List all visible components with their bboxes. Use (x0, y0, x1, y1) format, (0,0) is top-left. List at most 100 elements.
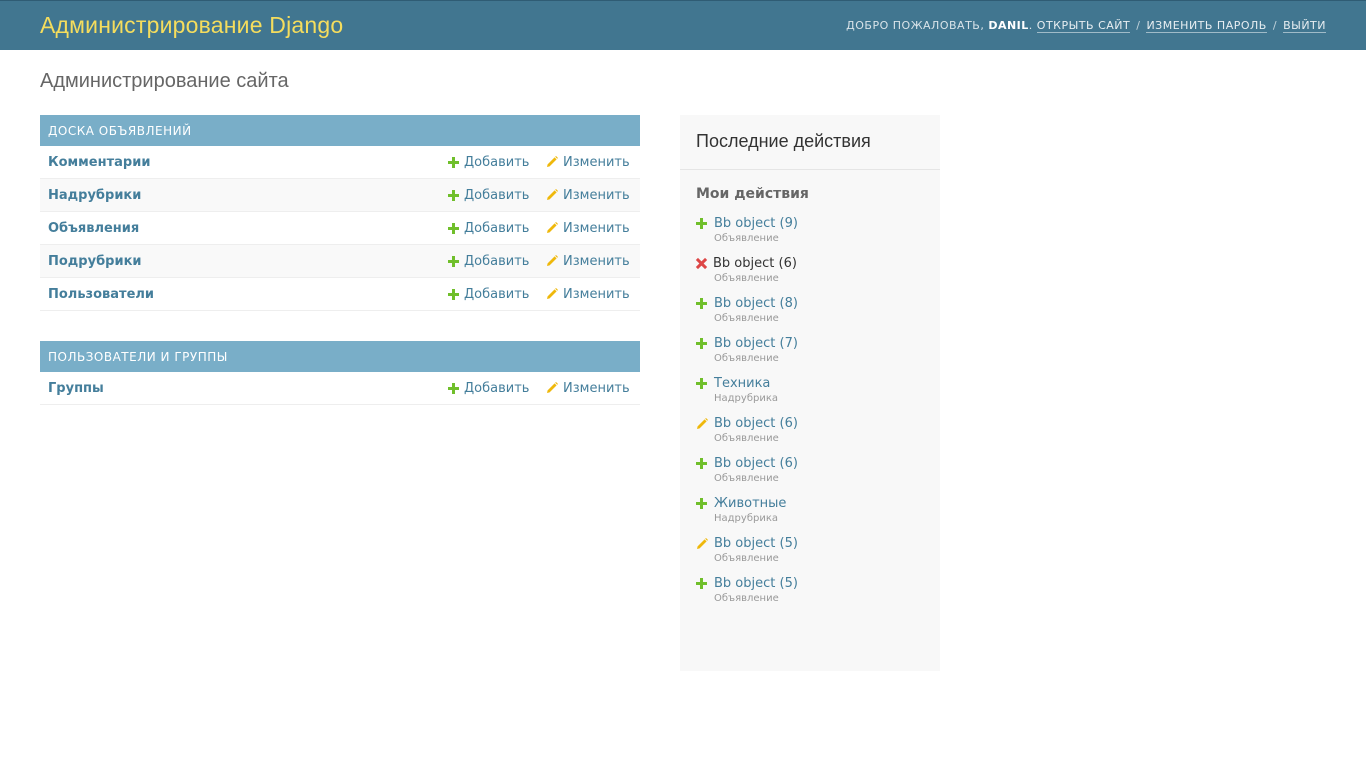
model-row: Объявления Добавить Изменить (40, 212, 640, 245)
model-link[interactable]: Объявления (48, 221, 448, 236)
model-link[interactable]: Пользователи (48, 287, 448, 302)
user-tools: Добро пожаловать, DANIL. Открыть сайт / … (846, 19, 1326, 33)
recent-action-item[interactable]: Bb object (6) Объявление (696, 456, 924, 484)
add-link[interactable]: Добавить (448, 287, 546, 302)
recent-action-type: Объявление (714, 353, 779, 364)
recent-action-type: Объявление (714, 593, 779, 604)
model-link[interactable]: Надрубрики (48, 188, 448, 203)
site-branding[interactable]: Администрирование Django (40, 12, 343, 39)
recent-action-type: Объявление (714, 313, 779, 324)
model-link[interactable]: Комментарии (48, 155, 448, 170)
pencil-icon (547, 288, 558, 299)
plus-icon (696, 378, 707, 389)
add-label: Добавить (464, 253, 530, 269)
model-link[interactable]: Подрубрики (48, 254, 448, 269)
pencil-icon (547, 222, 558, 233)
plus-icon (696, 498, 707, 509)
model-row: Подрубрики Добавить Изменить (40, 245, 640, 278)
recent-action-item[interactable]: Животные Надрубрика (696, 496, 924, 524)
change-link[interactable]: Изменить (546, 188, 632, 203)
plus-icon (448, 222, 459, 234)
change-label: Изменить (563, 154, 630, 170)
recent-action-item[interactable]: Bb object (5) Объявление (696, 536, 924, 564)
model-link[interactable]: Группы (48, 381, 448, 396)
plus-icon (448, 288, 459, 300)
my-actions-title: Мои действия (696, 186, 809, 202)
change-label: Изменить (563, 220, 630, 236)
welcome-text: Добро пожаловать, (846, 19, 985, 32)
recent-action-item: Bb object (6) Объявление (696, 256, 924, 284)
app-caption[interactable]: Доска объявлений (40, 115, 640, 146)
add-label: Добавить (464, 154, 530, 170)
app-list: Доска объявлений Комментарии Добавить Измен… (40, 115, 640, 435)
header-bar: Администрирование Django Добро пожаловат… (0, 0, 1366, 50)
recent-action-type: Объявление (714, 433, 779, 444)
logout-link[interactable]: Выйти (1283, 19, 1326, 33)
recent-action-link[interactable]: Bb object (6) (714, 456, 798, 471)
recent-action-link: Bb object (6) (713, 256, 797, 271)
app-caption[interactable]: Пользователи и группы (40, 341, 640, 372)
pencil-icon (547, 189, 558, 200)
add-link[interactable]: Добавить (448, 221, 546, 236)
recent-action-item[interactable]: Bb object (9) Объявление (696, 216, 924, 244)
recent-action-item[interactable]: Техника Надрубрика (696, 376, 924, 404)
app-module: Доска объявлений Комментарии Добавить Измен… (40, 115, 640, 311)
recent-action-type: Надрубрика (714, 513, 779, 524)
change-password-link[interactable]: Изменить пароль (1146, 19, 1267, 33)
model-row: Пользователи Добавить Изменить (40, 278, 640, 311)
plus-icon (448, 189, 459, 201)
change-link[interactable]: Изменить (546, 381, 632, 396)
change-link[interactable]: Изменить (546, 254, 632, 269)
recent-actions-title: Последние действия (680, 115, 940, 170)
view-site-link[interactable]: Открыть сайт (1036, 19, 1131, 33)
recent-actions-panel: Последние действия Мои действия Bb objec… (680, 115, 940, 671)
pencil-icon (547, 255, 558, 266)
separator: / (1272, 19, 1278, 32)
change-label: Изменить (563, 380, 630, 396)
recent-action-type: Объявление (714, 553, 779, 564)
recent-action-link[interactable]: Bb object (6) (714, 416, 798, 431)
add-link[interactable]: Добавить (448, 254, 546, 269)
recent-action-type: Объявление (714, 273, 779, 284)
model-row: Группы Добавить Изменить (40, 372, 640, 405)
pencil-icon (697, 537, 708, 549)
recent-action-link[interactable]: Bb object (5) (714, 536, 798, 551)
recent-action-link[interactable]: Bb object (9) (714, 216, 798, 231)
add-link[interactable]: Добавить (448, 381, 546, 396)
change-link[interactable]: Изменить (546, 155, 632, 170)
change-link[interactable]: Изменить (546, 287, 632, 302)
model-row: Надрубрики Добавить Изменить (40, 179, 640, 212)
change-label: Изменить (563, 253, 630, 269)
recent-action-link[interactable]: Bb object (5) (714, 576, 798, 591)
recent-action-item[interactable]: Bb object (8) Объявление (696, 296, 924, 324)
recent-action-link[interactable]: Техника (714, 376, 770, 391)
recent-action-type: Объявление (714, 233, 779, 244)
recent-action-item[interactable]: Bb object (5) Объявление (696, 576, 924, 604)
change-label: Изменить (563, 286, 630, 302)
recent-action-item[interactable]: Bb object (6) Объявление (696, 416, 924, 444)
recent-action-link[interactable]: Животные (714, 496, 786, 511)
plus-icon (696, 218, 707, 229)
add-label: Добавить (464, 380, 530, 396)
page-title: Администрирование сайта (40, 70, 289, 92)
delete-icon (696, 258, 707, 269)
plus-icon (448, 255, 459, 267)
add-link[interactable]: Добавить (448, 155, 546, 170)
action-list: Bb object (9) Объявление Bb object (6) Объя… (680, 216, 940, 604)
recent-action-item[interactable]: Bb object (7) Объявление (696, 336, 924, 364)
recent-action-link[interactable]: Bb object (8) (714, 296, 798, 311)
model-row: Комментарии Добавить Изменить (40, 146, 640, 179)
plus-icon (448, 156, 459, 168)
pencil-icon (547, 382, 558, 393)
plus-icon (696, 298, 707, 309)
plus-icon (448, 382, 459, 394)
add-label: Добавить (464, 187, 530, 203)
add-link[interactable]: Добавить (448, 188, 546, 203)
separator: / (1136, 19, 1141, 32)
content: Администрирование сайта Доска объявлений… (0, 50, 1366, 691)
recent-action-type: Надрубрика (714, 393, 779, 404)
plus-icon (696, 338, 707, 349)
app-module: Пользователи и группы Группы Добавить Измен… (40, 341, 640, 405)
recent-action-link[interactable]: Bb object (7) (714, 336, 798, 351)
change-link[interactable]: Изменить (546, 221, 632, 236)
